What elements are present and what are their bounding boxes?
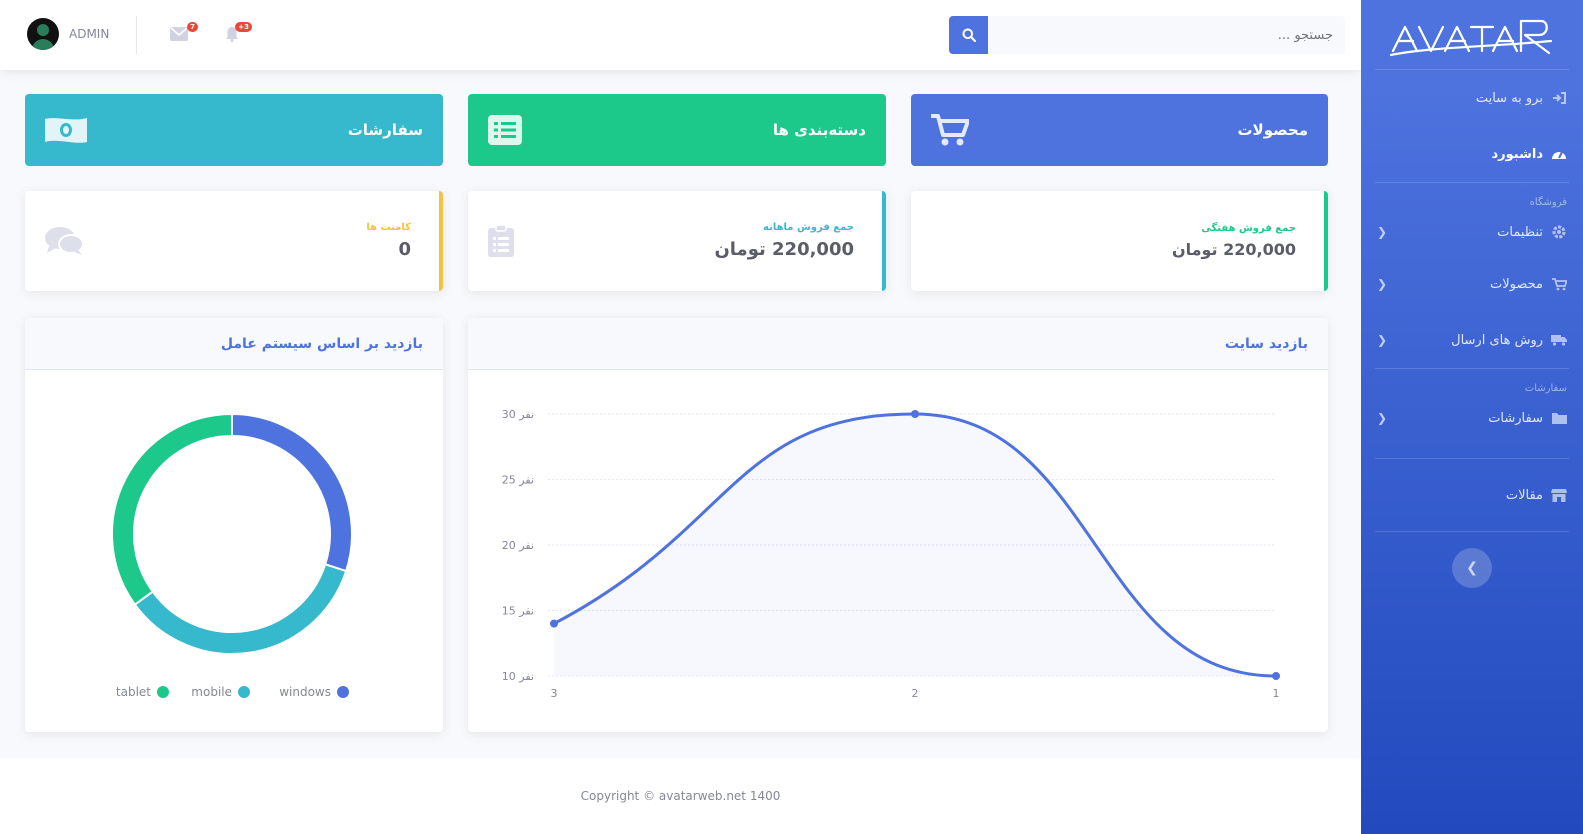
x-tick-label: 1 [1273,687,1280,700]
stat-monthly-sales: جمع فروش ماهانه 220,000 تومان [468,191,886,291]
stat-comments: کامنت ها 0 [25,191,443,291]
gear-icon [1551,224,1567,240]
footer: Copyright © avatarweb.net 1400 [0,758,1361,834]
tachometer-icon [1551,146,1567,162]
stat-value: 0 [398,239,411,260]
stat-value: 220,000 تومان [1171,240,1296,259]
os-card: بازدید بر اساس سیستم عامل windows mobile t… [25,318,443,732]
sidebar-item-dashboard[interactable]: داشبورد [1361,126,1583,182]
tile-label: سفارشات [347,121,423,139]
search-input[interactable] [988,16,1345,54]
dollar-icon: $ [931,223,951,259]
visits-line-chart: 10 نفر 15 نفر 20 نفر 25 نفر 30 نفر 3 2 1 [502,408,1280,700]
avatar[interactable] [27,18,59,50]
legend-label[interactable]: tablet [116,685,151,699]
tile-label: محصولات [1237,121,1308,139]
donut-slice-windows[interactable] [231,412,353,573]
donut-slice-mobile[interactable] [133,563,348,655]
sidebar-item-settings[interactable]: تنظیمات ❮ [1361,208,1583,256]
data-point[interactable] [1272,672,1280,680]
topbar: ADMIN 7 +3 [0,0,1361,70]
stat-value: 220,000 تومان [714,239,854,260]
sidebar-toggle-button[interactable]: ❯ [1452,548,1492,588]
list-icon [488,115,522,145]
clipboard-list-icon [488,225,514,257]
y-tick-label: 10 نفر [502,670,534,683]
sidebar-item-label: مقالات [1505,487,1543,503]
sidebar-item-label: محصولات [1490,276,1543,292]
card-title: بازدید سایت [468,318,1328,370]
donut-slice-tablet[interactable] [111,412,233,606]
sidebar-heading-shop: فروشگاه [1529,197,1567,208]
search-bar [949,16,1345,54]
cart-icon [1551,276,1567,292]
chevron-left-icon: ❮ [1377,411,1388,425]
os-donut-chart: windows mobile tablet [111,412,353,699]
visits-card: بازدید سایت 10 نفر 15 نفر 20 نفر 25 نفر 30 ن… [468,318,1328,732]
sidebar-heading-orders: سفارشات [1524,383,1567,394]
legend-label[interactable]: mobile [191,685,232,699]
legend-marker [238,686,250,698]
messages-badge: 7 [187,22,198,32]
topbar-divider [136,16,137,54]
sidebar-item-articles[interactable]: مقالات [1361,459,1583,531]
messages-button[interactable]: 7 [170,22,198,42]
x-tick-label: 3 [551,687,558,700]
search-button[interactable] [949,16,988,54]
chevron-right-icon: ❯ [1466,560,1478,576]
legend-marker [337,686,349,698]
folder-icon [1551,410,1567,426]
tile-label: دسته‌بندی ها [772,121,866,139]
stat-title: جمع فروش ماهانه [763,222,854,233]
data-point[interactable] [911,410,919,418]
y-tick-label: 30 نفر [502,408,534,421]
stat-weekly-sales: جمع فروش هفتگی 220,000 تومان $ [911,191,1328,291]
stat-title: جمع فروش هفتگی [1201,223,1296,234]
data-point[interactable] [550,619,558,628]
sidebar-item-orders[interactable]: سفارشات ❮ [1361,394,1583,442]
y-tick-label: 20 نفر [502,539,534,552]
cart-icon [931,114,969,146]
envelope-icon [170,27,188,41]
sidebar-item-shipping[interactable]: روش های ارسال ❮ [1361,312,1583,368]
truck-icon [1551,332,1567,348]
comments-icon [45,227,83,255]
y-tick-label: 25 نفر [502,474,534,487]
sidebar-item-label: برو به سایت [1475,90,1543,106]
sign-out-icon [1551,90,1567,106]
stat-title: کامنت ها [366,222,411,233]
tile-products[interactable]: محصولات [911,94,1328,166]
sidebar-item-label: تنظیمات [1497,224,1543,240]
x-tick-label: 2 [912,687,919,700]
alerts-button[interactable]: +3 [224,22,252,42]
sidebar-item-label: داشبورد [1491,146,1543,162]
sidebar-item-products[interactable]: محصولات ❮ [1361,256,1583,312]
user-menu[interactable]: ADMIN [27,18,109,50]
chevron-left-icon: ❮ [1377,277,1388,291]
chevron-left-icon: ❮ [1377,333,1388,347]
copyright-text: Copyright © avatarweb.net 1400 [580,789,781,803]
series-area [554,414,1276,676]
avatar-logo [1389,19,1553,56]
user-name: ADMIN [69,27,110,41]
legend-marker [157,686,169,698]
y-tick-label: 15 نفر [502,605,534,618]
sidebar-item-label: روش های ارسال [1451,332,1543,348]
brand-logo[interactable] [1375,0,1569,70]
tile-categories[interactable]: دسته‌بندی ها [468,94,886,166]
chevron-left-icon: ❮ [1377,225,1388,239]
store-icon [1551,487,1567,503]
sidebar-item-label: سفارشات [1488,410,1543,426]
sidebar-item-go-to-site[interactable]: برو به سایت [1361,70,1583,126]
search-icon [962,28,976,42]
alerts-badge: +3 [235,22,252,32]
tile-orders[interactable]: سفارشات [25,94,443,166]
legend-label[interactable]: windows [279,685,331,699]
sidebar-divider [1375,531,1569,532]
card-title: بازدید بر اساس سیستم عامل [25,318,443,370]
sidebar: برو به سایت داشبورد فروشگاه تنظیمات ❮ مح… [1361,0,1583,834]
money-bill-icon [45,118,87,143]
